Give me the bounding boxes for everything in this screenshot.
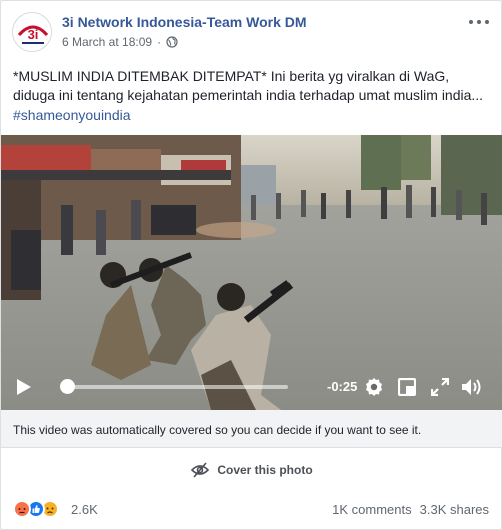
post-text-line-2: diduga ini tentang kejahatan pemerintah … <box>13 87 484 103</box>
video-player[interactable]: -0:25 <box>1 135 502 410</box>
auto-cover-notice: This video was automatically covered so … <box>1 410 502 448</box>
angry-reaction-icon <box>13 500 31 518</box>
progress-handle[interactable] <box>60 379 75 394</box>
cover-photo-button[interactable]: Cover this photo <box>1 448 502 492</box>
eye-slash-icon <box>191 462 210 478</box>
more-options-icon[interactable] <box>469 15 489 29</box>
miniplayer-icon[interactable] <box>397 377 417 397</box>
play-icon[interactable] <box>16 378 32 396</box>
time-remaining: -0:25 <box>327 379 358 394</box>
cover-photo-label: Cover this photo <box>217 463 313 477</box>
reaction-count[interactable]: 2.6K <box>71 502 98 517</box>
meta-separator: · <box>157 35 162 49</box>
post-text: *MUSLIM INDIA DITEMBAK DITEMPAT* Ini ber… <box>13 67 493 105</box>
hashtag-link[interactable]: #shameonyouindia <box>13 107 131 123</box>
shares-count-link[interactable]: 3.3K shares <box>420 502 489 517</box>
page-avatar[interactable]: 3i <box>12 12 52 52</box>
gear-icon[interactable] <box>364 377 384 397</box>
post-timestamp-link[interactable]: 6 March at 18:09 <box>62 35 152 49</box>
globe-icon[interactable] <box>166 36 178 48</box>
auto-cover-notice-text: This video was automatically covered so … <box>13 423 422 437</box>
post-text-line-1: *MUSLIM INDIA DITEMBAK DITEMPAT* Ini ber… <box>13 68 450 84</box>
post-footer: 2.6K 1K comments 3.3K shares <box>13 494 491 522</box>
comments-count-link[interactable]: 1K comments <box>332 502 411 517</box>
avatar-logo-text: 3i <box>28 27 39 42</box>
post-stats: 1K comments 3.3K shares <box>332 502 489 517</box>
post-meta: 6 March at 18:09 · <box>62 35 178 49</box>
expand-icon[interactable] <box>430 377 450 397</box>
video-controls: -0:25 <box>1 369 502 405</box>
post-author-link[interactable]: 3i Network Indonesia-Team Work DM <box>62 14 307 30</box>
post-header: 3i 3i Network Indonesia-Team Work DM 6 M… <box>1 1 501 61</box>
feed-post: 3i 3i Network Indonesia-Team Work DM 6 M… <box>0 0 502 530</box>
video-progress-bar[interactable] <box>63 385 288 389</box>
volume-icon[interactable] <box>461 378 483 396</box>
reaction-icons[interactable] <box>13 500 59 518</box>
